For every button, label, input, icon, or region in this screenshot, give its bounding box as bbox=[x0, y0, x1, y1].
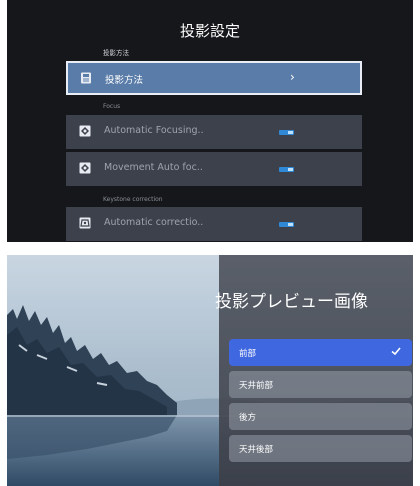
projection-method-row[interactable]: 投影方法 › bbox=[66, 61, 362, 95]
option-ceiling-rear[interactable]: 天井後部 bbox=[229, 435, 412, 462]
option-rear[interactable]: 後方 bbox=[229, 403, 412, 430]
movement-auto-focus-toggle[interactable] bbox=[279, 167, 294, 172]
option-label: 天井後部 bbox=[239, 445, 274, 455]
option-ceiling-front[interactable]: 天井前部 bbox=[229, 371, 412, 398]
option-label: 前部 bbox=[239, 349, 257, 359]
automatic-focusing-row[interactable]: Automatic Focusing.. bbox=[66, 115, 362, 149]
focus-icon bbox=[79, 125, 91, 137]
checkmark-icon bbox=[391, 347, 401, 356]
row-label: Movement Auto foc.. bbox=[104, 162, 203, 173]
projector-icon bbox=[81, 72, 91, 84]
automatic-correction-toggle[interactable] bbox=[279, 222, 294, 227]
option-label: 後方 bbox=[239, 413, 257, 423]
page-title: 投影設定 bbox=[179, 22, 240, 40]
section-label-projection-method: 投影方法 bbox=[103, 49, 129, 57]
section-label-focus: Focus bbox=[103, 103, 121, 110]
movement-auto-focus-row[interactable]: Movement Auto foc.. bbox=[66, 152, 362, 186]
row-label: Automatic correctio.. bbox=[104, 217, 204, 228]
projection-preview-screen: 投影プレビュー画像 前部 天井前部 後方 天井後部 bbox=[7, 255, 413, 486]
focus-icon bbox=[79, 162, 91, 174]
row-label: 投影方法 bbox=[105, 75, 144, 86]
option-front[interactable]: 前部 bbox=[229, 339, 412, 366]
row-label: Automatic Focusing.. bbox=[104, 125, 204, 136]
automatic-focusing-toggle[interactable] bbox=[279, 130, 294, 135]
keystone-icon bbox=[79, 217, 91, 229]
section-label-keystone: Keystone correction bbox=[103, 196, 163, 203]
projection-settings-screen: 投影設定 投影方法 投影方法 › Focus Automatic Focusin… bbox=[7, 0, 413, 242]
chevron-right-icon: › bbox=[290, 70, 295, 84]
automatic-correction-row[interactable]: Automatic correctio.. bbox=[66, 207, 362, 241]
option-label: 天井前部 bbox=[239, 381, 274, 391]
preview-title: 投影プレビュー画像 bbox=[215, 292, 368, 312]
